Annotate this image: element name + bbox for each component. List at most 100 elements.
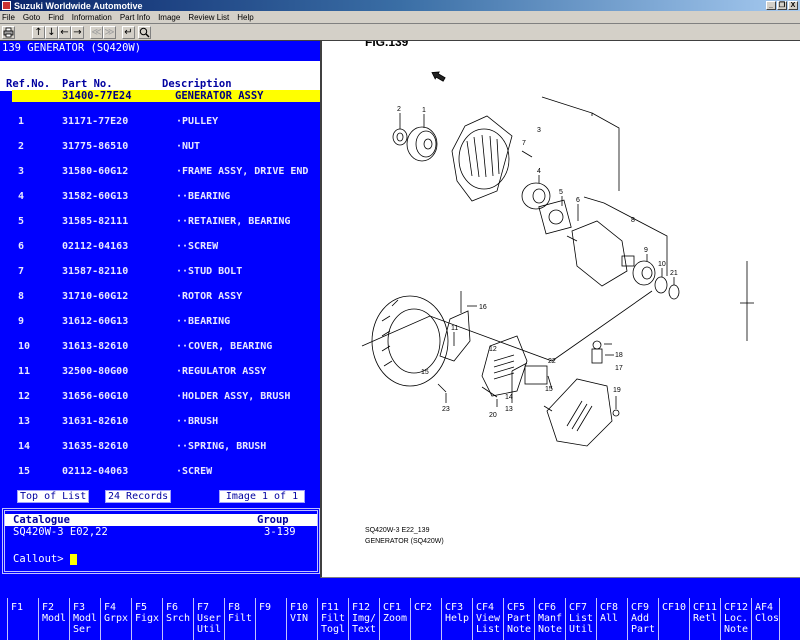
fkey-cf8[interactable]: CF8 All — [596, 598, 627, 640]
menu-information[interactable]: Information — [72, 13, 112, 22]
menu-help[interactable]: Help — [237, 13, 253, 22]
fkey-f2[interactable]: F2 Modl — [38, 598, 69, 640]
callout-input[interactable] — [69, 553, 77, 565]
fkey-cf10[interactable]: CF10 — [658, 598, 689, 640]
menu-part-info[interactable]: Part Info — [120, 13, 150, 22]
fkey-f5[interactable]: F5 Figx — [131, 598, 162, 640]
search-button[interactable] — [138, 25, 151, 39]
fkey-f8[interactable]: F8 Filt — [224, 598, 255, 640]
fkey-label: User Util — [197, 613, 222, 635]
description: ··COVER, BEARING — [176, 341, 273, 352]
arrow-down-icon: ↓ — [47, 26, 56, 38]
description: ·REGULATOR ASSY — [176, 366, 267, 377]
fkey-f12[interactable]: F12 Img/ Text — [348, 598, 379, 640]
fkey-cf9[interactable]: CF9 Add Part — [627, 598, 658, 640]
fkey-code: F3 — [73, 602, 86, 613]
fkey-cf2[interactable]: CF2 — [410, 598, 441, 640]
fkey-f6[interactable]: F6 Srch — [162, 598, 193, 640]
part-row[interactable]: 15 02112-04063 ·SCREW — [0, 466, 320, 480]
fkey-label: Figx — [135, 613, 160, 624]
arrow-left-button[interactable]: ← — [58, 25, 71, 39]
part-row[interactable]: 1 31171-77E20 ·PULLEY — [0, 116, 320, 130]
catalogue-label: Catalogue — [13, 514, 70, 526]
menu-image[interactable]: Image — [158, 13, 180, 22]
fkey-f9[interactable]: F9 — [255, 598, 286, 640]
fkey-code: CF8 — [600, 602, 619, 613]
fkey-af4[interactable]: AF4 Clos — [751, 598, 780, 640]
top-of-list-button[interactable]: Top of List — [17, 490, 90, 503]
magnifier-icon — [139, 27, 150, 37]
fkey-f11[interactable]: F11 Filt Togl — [317, 598, 348, 640]
fkey-f10[interactable]: F10 VIN — [286, 598, 317, 640]
fkey-f3[interactable]: F3 Modl Ser — [69, 598, 100, 640]
fkey-f4[interactable]: F4 Grpx — [100, 598, 131, 640]
part-row[interactable]: 4 31582-60G13 ··BEARING — [0, 191, 320, 205]
description: ·ROTOR ASSY — [176, 291, 243, 302]
fkey-cf1[interactable]: CF1 Zoom — [379, 598, 410, 640]
ref-no: 7 — [18, 266, 25, 277]
part-row[interactable]: 5 31585-82111 ··RETAINER, BEARING — [0, 216, 320, 230]
arrow-up-button[interactable]: ↑ — [32, 25, 45, 39]
description: ··SPRING, BRUSH — [176, 441, 267, 452]
part-row[interactable]: 3 31580-60G12 ·FRAME ASSY, DRIVE END — [0, 166, 320, 180]
fkey-code: CF1 — [383, 602, 402, 613]
enter-button[interactable]: ↵ — [122, 25, 135, 39]
svg-text:21: 21 — [670, 270, 678, 277]
fkey-cf4[interactable]: CF4 View List — [472, 598, 503, 640]
svg-text:12: 12 — [489, 346, 497, 353]
svg-text:20: 20 — [489, 412, 497, 419]
next-button[interactable]: ≫ — [103, 25, 116, 39]
arrow-up-icon: ↑ — [34, 26, 43, 38]
arrow-down-button[interactable]: ↓ — [45, 25, 58, 39]
print-icon — [3, 27, 14, 37]
fkey-code: CF4 — [476, 602, 495, 613]
fkey-label: Filt — [228, 613, 253, 624]
fkey-cf12[interactable]: CF12 Loc. Note — [720, 598, 751, 640]
svg-text:8: 8 — [631, 217, 635, 224]
part-no: 31585-82111 — [62, 216, 129, 227]
part-row[interactable]: 2 31775-86510 ·NUT — [0, 141, 320, 155]
diagram-panel[interactable]: FIG.139 2 1 3 7 4 5 6 8 9 10 21 16 11 12… — [320, 41, 800, 578]
fkey-f1[interactable]: F1 — [7, 598, 38, 640]
part-row[interactable]: 13 31631-82610 ··BRUSH — [0, 416, 320, 430]
print-button[interactable] — [2, 25, 15, 39]
part-row[interactable]: 7 31587-82110 ··STUD BOLT — [0, 266, 320, 280]
fkey-cf5[interactable]: CF5 Part Note — [503, 598, 534, 640]
fkey-code: F5 — [135, 602, 148, 613]
svg-text:1: 1 — [422, 107, 426, 114]
menu-review-list[interactable]: Review List — [188, 13, 229, 22]
fkey-cf7[interactable]: CF7 List Util — [565, 598, 596, 640]
close-button[interactable]: X — [788, 1, 798, 10]
fkey-cf6[interactable]: CF6 Manf Note — [534, 598, 565, 640]
selected-part-row[interactable]: 31400-77E24 GENERATOR ASSY — [12, 90, 320, 102]
fkey-label: List Util — [569, 613, 594, 635]
ref-no: 12 — [18, 391, 31, 402]
menu-find[interactable]: Find — [48, 13, 64, 22]
part-row[interactable]: 11 32500-80G00 ·REGULATOR ASSY — [0, 366, 320, 380]
part-row[interactable]: 6 02112-04163 ··SCREW — [0, 241, 320, 255]
part-row[interactable]: 9 31612-60G13 ··BEARING — [0, 316, 320, 330]
svg-text:15: 15 — [545, 386, 553, 393]
fkey-cf11[interactable]: CF11 Retl — [689, 598, 720, 640]
previous-button[interactable]: ≪ — [90, 25, 103, 39]
part-no: 31171-77E20 — [62, 116, 129, 127]
minimize-button[interactable]: _ — [766, 1, 776, 10]
svg-text:11: 11 — [451, 325, 458, 332]
description: ·FRAME ASSY, DRIVE END — [176, 166, 309, 177]
part-row[interactable]: 14 31635-82610 ··SPRING, BRUSH — [0, 441, 320, 455]
fkey-cf3[interactable]: CF3 Help — [441, 598, 472, 640]
fkey-label: Modl — [42, 613, 67, 624]
part-nut — [392, 128, 408, 146]
column-header-desc: Description — [162, 78, 232, 90]
forward-arrow-icon — [431, 71, 446, 82]
group-value: 3-139 — [264, 526, 296, 538]
arrow-right-button[interactable]: → — [71, 25, 84, 39]
part-row[interactable]: 10 31613-82610 ··COVER, BEARING — [0, 341, 320, 355]
fkey-f7[interactable]: F7 User Util — [193, 598, 224, 640]
arrow-right-icon: → — [73, 26, 82, 38]
restore-button[interactable]: ❐ — [777, 1, 787, 10]
menu-file[interactable]: File — [2, 13, 15, 22]
menu-goto[interactable]: Goto — [23, 13, 40, 22]
part-row[interactable]: 8 31710-60G12 ·ROTOR ASSY — [0, 291, 320, 305]
part-row[interactable]: 12 31656-60G10 ·HOLDER ASSY, BRUSH — [0, 391, 320, 405]
